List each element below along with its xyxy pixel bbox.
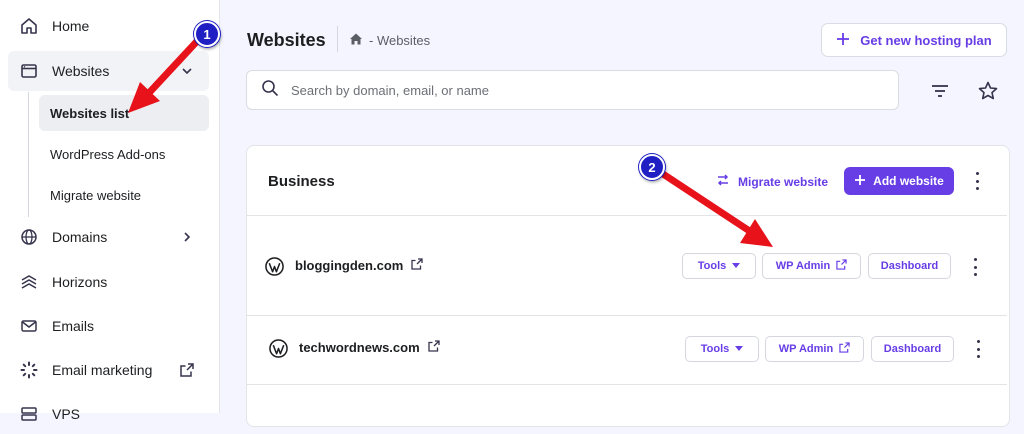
tools-dropdown-button[interactable]: Tools bbox=[685, 336, 759, 362]
caret-down-icon bbox=[732, 260, 741, 272]
add-website-label: Add website bbox=[873, 174, 944, 188]
mail-icon bbox=[20, 317, 38, 335]
home-icon bbox=[20, 17, 38, 35]
sidebar-subitem-websites-list[interactable]: Websites list bbox=[39, 95, 209, 131]
hosting-button-label: Get new hosting plan bbox=[860, 32, 992, 48]
sidebar-subitem-label: WordPress Add-ons bbox=[50, 146, 166, 162]
sidebar-item-vps[interactable]: VPS bbox=[8, 394, 209, 434]
star-icon[interactable] bbox=[977, 80, 999, 102]
external-link-icon[interactable] bbox=[411, 258, 423, 273]
external-link-icon[interactable] bbox=[427, 340, 440, 355]
search-input[interactable] bbox=[289, 81, 853, 99]
sparkle-icon bbox=[20, 361, 38, 379]
sidebar-item-horizons[interactable]: Horizons bbox=[8, 262, 209, 302]
sidebar-item-label: Websites bbox=[52, 63, 110, 79]
tools-label: Tools bbox=[700, 343, 730, 355]
sidebar-subitem-label: Websites list bbox=[50, 105, 130, 121]
dashboard-label: Dashboard bbox=[883, 343, 942, 355]
domain-name: techwordnews.com bbox=[299, 340, 420, 355]
sidebar-item-websites[interactable]: Websites bbox=[8, 51, 209, 91]
search-icon bbox=[261, 79, 279, 102]
annotation-badge-1: 1 bbox=[194, 21, 220, 47]
card-title: Business bbox=[268, 173, 335, 190]
domain-name: bloggingden.com bbox=[295, 258, 404, 273]
sidebar-item-domains[interactable]: Domains bbox=[8, 217, 209, 257]
wp-admin-button[interactable]: WP Admin bbox=[762, 253, 861, 279]
sidebar-subitem-wordpress-addons[interactable]: WordPress Add-ons bbox=[39, 136, 209, 172]
breadcrumb-current: - Websites bbox=[369, 33, 431, 48]
sidebar-item-home[interactable]: Home bbox=[8, 6, 209, 46]
breadcrumb-divider bbox=[337, 26, 338, 52]
sidebar-item-label: Email marketing bbox=[52, 362, 153, 378]
websites-card: Business Migrate website Add website blo… bbox=[246, 145, 1010, 427]
sidebar-subitem-label: Migrate website bbox=[50, 187, 142, 203]
wp-admin-label: WP Admin bbox=[778, 343, 834, 355]
chevron-down-icon bbox=[179, 63, 195, 79]
wordpress-icon bbox=[265, 257, 284, 276]
dashboard-button[interactable]: Dashboard bbox=[871, 336, 954, 362]
wp-admin-button[interactable]: WP Admin bbox=[765, 336, 864, 362]
sidebar-item-email-marketing[interactable]: Email marketing bbox=[8, 350, 209, 390]
migrate-website-label: Migrate website bbox=[738, 174, 829, 189]
globe-icon bbox=[20, 228, 38, 246]
sidebar-item-label: VPS bbox=[52, 406, 81, 422]
browser-window-icon bbox=[20, 62, 38, 80]
sidebar: Home Websites Websites list WordPress Ad… bbox=[0, 0, 220, 422]
migrate-website-button[interactable]: Migrate website bbox=[716, 173, 828, 190]
plus-icon bbox=[854, 174, 866, 189]
server-icon bbox=[20, 405, 38, 423]
plus-icon bbox=[836, 32, 850, 49]
horizons-icon bbox=[20, 273, 38, 291]
website-row: techwordnews.com Tools WP Admin Dashboar… bbox=[247, 316, 1007, 416]
website-row: bloggingden.com Tools WP Admin Dashboard bbox=[247, 216, 1007, 316]
website-domain[interactable]: techwordnews.com bbox=[299, 340, 440, 355]
caret-down-icon bbox=[735, 343, 744, 355]
card-more-options-icon[interactable] bbox=[974, 172, 980, 190]
tools-dropdown-button[interactable]: Tools bbox=[682, 253, 756, 279]
sidebar-subitem-migrate-website[interactable]: Migrate website bbox=[39, 177, 209, 213]
annotation-badge-2: 2 bbox=[639, 154, 665, 180]
search-box bbox=[246, 70, 899, 110]
wordpress-icon bbox=[269, 339, 288, 358]
tools-label: Tools bbox=[697, 260, 727, 272]
row-more-options-icon[interactable] bbox=[972, 258, 978, 276]
breadcrumb: - Websites bbox=[349, 32, 430, 49]
filter-icon[interactable] bbox=[929, 80, 951, 102]
page-title: Websites bbox=[247, 30, 326, 50]
dashboard-label: Dashboard bbox=[880, 260, 939, 272]
home-icon[interactable] bbox=[349, 32, 363, 49]
get-new-hosting-plan-button[interactable]: Get new hosting plan bbox=[821, 23, 1007, 57]
swap-arrows-icon bbox=[716, 173, 730, 190]
external-link-icon bbox=[179, 362, 195, 378]
sidebar-item-label: Emails bbox=[52, 318, 95, 334]
external-link-icon bbox=[839, 342, 850, 356]
sidebar-item-label: Horizons bbox=[52, 274, 108, 290]
website-domain[interactable]: bloggingden.com bbox=[295, 258, 423, 273]
external-link-icon bbox=[836, 259, 847, 273]
divider bbox=[247, 384, 1007, 385]
sidebar-item-label: Home bbox=[52, 18, 90, 34]
add-website-button[interactable]: Add website bbox=[844, 167, 954, 195]
sidebar-item-label: Domains bbox=[52, 229, 108, 245]
dashboard-button[interactable]: Dashboard bbox=[868, 253, 951, 279]
submenu-guide-line bbox=[28, 92, 29, 217]
wp-admin-label: WP Admin bbox=[775, 260, 831, 272]
row-more-options-icon[interactable] bbox=[975, 340, 981, 358]
chevron-right-icon bbox=[179, 229, 195, 245]
sidebar-item-emails[interactable]: Emails bbox=[8, 306, 209, 346]
